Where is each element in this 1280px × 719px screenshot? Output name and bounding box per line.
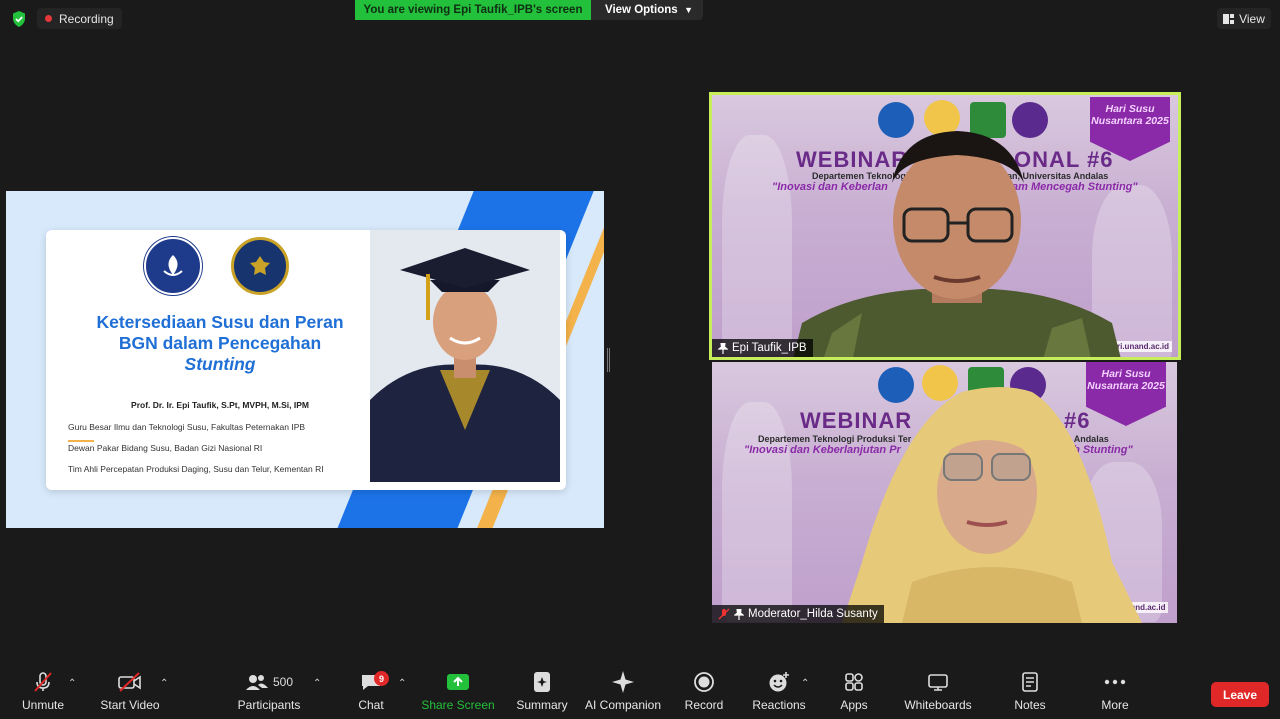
participant-name: Moderator_Hilda Susanty xyxy=(748,608,878,620)
reactions-label: Reactions xyxy=(752,698,806,712)
bgn-logo xyxy=(231,237,289,295)
notes-icon xyxy=(1022,672,1038,692)
slide-title-line1: Ketersediaan Susu dan Peran xyxy=(96,312,344,332)
whiteboard-icon xyxy=(928,674,948,691)
presenter-name: Prof. Dr. Ir. Epi Taufik, S.Pt, MVPH, M.… xyxy=(131,400,309,410)
participant-nameplate: Epi Taufik_IPB xyxy=(712,339,813,357)
summary-button[interactable]: Summary xyxy=(515,666,569,719)
unmute-label: Unmute xyxy=(21,698,65,712)
participants-button[interactable]: 500 Participants xyxy=(238,666,300,719)
record-dot-icon xyxy=(45,15,52,22)
apps-button[interactable]: Apps xyxy=(836,666,872,719)
participants-icon xyxy=(245,675,268,690)
record-label: Record xyxy=(684,698,724,712)
participant-video-epi xyxy=(793,131,1121,357)
ai-companion-button[interactable]: AI Companion xyxy=(585,666,661,719)
view-grid-icon xyxy=(1223,13,1235,24)
background-tree xyxy=(722,135,792,355)
webinar-url: ri.unand.ac.id xyxy=(1114,341,1173,352)
participant-video-hilda xyxy=(842,387,1142,623)
share-screen-icon xyxy=(447,674,469,690)
recording-indicator[interactable]: Recording xyxy=(37,8,122,29)
participant-name: Epi Taufik_IPB xyxy=(732,342,807,354)
split-view-divider[interactable] xyxy=(607,348,610,372)
presenter-photo xyxy=(370,230,560,482)
more-dots-icon xyxy=(1104,679,1126,685)
record-icon xyxy=(694,672,714,692)
participants-options-caret-icon[interactable]: ⌃ xyxy=(313,678,321,689)
viewing-screen-banner: You are viewing Epi Taufik_IPB's screen xyxy=(355,0,591,20)
view-options-label: View Options xyxy=(605,4,678,16)
view-options-button[interactable]: View Options ▼ xyxy=(591,0,703,20)
slide-title-stunting: Stunting xyxy=(184,354,256,374)
slide-title: Ketersediaan Susu dan Peran BGN dalam Pe… xyxy=(70,312,370,375)
share-screen-button[interactable]: Share Screen xyxy=(421,666,495,719)
start-video-button[interactable]: Start Video xyxy=(99,666,161,719)
notes-label: Notes xyxy=(1014,698,1046,712)
pin-icon xyxy=(734,608,744,620)
whiteboards-button[interactable]: Whiteboards xyxy=(903,666,973,719)
video-tile-hilda-susanty[interactable]: Hari Susu Nusantara 2025 WEBINAR AL #6 D… xyxy=(712,362,1177,623)
pin-icon xyxy=(718,342,728,354)
reactions-smiley-icon xyxy=(769,672,789,692)
view-label: View xyxy=(1239,11,1265,26)
video-off-icon xyxy=(118,672,141,692)
chevron-down-icon: ▼ xyxy=(684,5,693,15)
summary-label: Summary xyxy=(516,698,568,712)
mic-muted-icon xyxy=(718,608,730,620)
participant-nameplate: Moderator_Hilda Susanty xyxy=(712,605,884,623)
presenter-role-2: Dewan Pakar Bidang Susu, Badan Gizi Nasi… xyxy=(68,443,263,453)
recording-label: Recording xyxy=(59,11,114,26)
meeting-toolbar: Unmute ⌃ Start Video ⌃ 500 Participants … xyxy=(0,666,1280,719)
whiteboards-label: Whiteboards xyxy=(904,698,972,712)
chat-unread-badge: 9 xyxy=(374,671,389,686)
leave-button[interactable]: Leave xyxy=(1211,682,1269,707)
security-shield-icon[interactable] xyxy=(9,9,29,29)
unmute-button[interactable]: Unmute xyxy=(17,666,69,719)
share-screen-label: Share Screen xyxy=(421,698,495,712)
chat-label: Chat xyxy=(358,698,384,712)
slide-title-line2: BGN dalam Pencegahan xyxy=(118,333,322,353)
apps-label: Apps xyxy=(840,698,868,712)
summary-icon xyxy=(534,672,550,692)
presenter-role-3: Tim Ahli Percepatan Produksi Daging, Sus… xyxy=(68,464,324,474)
more-label: More xyxy=(1101,698,1129,712)
apps-icon xyxy=(845,673,863,691)
record-button[interactable]: Record xyxy=(684,666,724,719)
view-button[interactable]: View xyxy=(1217,8,1271,29)
role-divider xyxy=(68,440,94,442)
ai-companion-label: AI Companion xyxy=(584,698,662,712)
video-options-caret-icon[interactable]: ⌃ xyxy=(160,678,168,689)
shared-screen[interactable]: Ketersediaan Susu dan Peran BGN dalam Pe… xyxy=(6,191,604,528)
audio-options-caret-icon[interactable]: ⌃ xyxy=(68,678,76,689)
ipb-logo xyxy=(144,237,202,295)
chat-options-caret-icon[interactable]: ⌃ xyxy=(398,678,406,689)
reactions-button[interactable]: Reactions xyxy=(752,666,806,719)
participants-label: Participants xyxy=(237,698,301,712)
ai-sparkle-icon xyxy=(612,671,634,693)
slide-title-line3: Stunting xyxy=(70,354,370,375)
mic-muted-icon xyxy=(34,672,52,692)
notes-button[interactable]: Notes xyxy=(1010,666,1050,719)
more-button[interactable]: More xyxy=(1097,666,1133,719)
reactions-options-caret-icon[interactable]: ⌃ xyxy=(801,678,809,689)
participants-count: 500 xyxy=(272,675,294,689)
presenter-role-1: Guru Besar Ilmu dan Teknologi Susu, Faku… xyxy=(68,422,306,432)
start-video-label: Start Video xyxy=(100,698,160,712)
video-tile-epi-taufik[interactable]: Hari Susu Nusantara 2025 WEBINAR ONAL #6… xyxy=(709,92,1181,360)
